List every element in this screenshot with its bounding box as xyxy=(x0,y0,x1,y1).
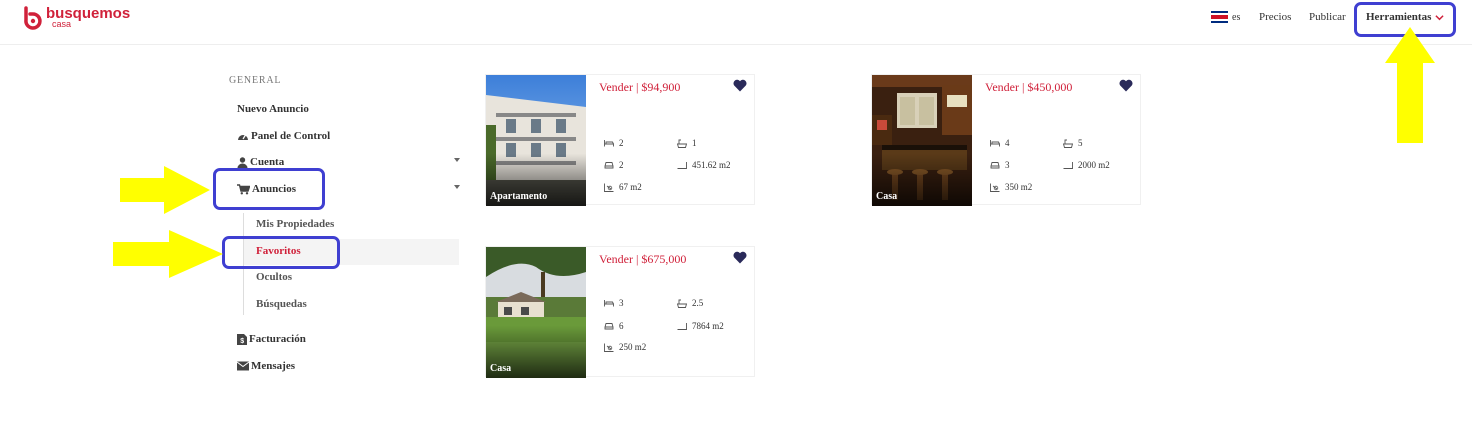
car-icon xyxy=(604,323,614,330)
dashboard-icon xyxy=(238,134,248,140)
listing-card[interactable]: Apartamento Vender | $94,900 2 1 2 451.6… xyxy=(485,74,755,206)
bedrooms-value: 3 xyxy=(619,298,624,308)
parking-value: 3 xyxy=(1005,160,1010,170)
listing-photo[interactable]: Casa xyxy=(486,247,586,378)
sidebar-subitem-mis-propiedades[interactable]: Mis Propiedades xyxy=(256,218,334,230)
nav-publicar[interactable]: Publicar xyxy=(1309,11,1346,23)
lot-value: 2000 m2 xyxy=(1078,160,1110,170)
listing-parking: 3 xyxy=(990,160,1010,170)
caret-down-icon[interactable] xyxy=(454,158,460,162)
sidebar-subitem-ocultos[interactable]: Ocultos xyxy=(256,271,292,283)
kitchen-photo xyxy=(872,75,972,206)
listing-card[interactable]: Casa Vender | $450,000 4 5 3 2000 m2 350… xyxy=(871,74,1141,206)
construction-area-icon xyxy=(604,183,614,192)
listing-bedrooms: 2 xyxy=(604,138,624,148)
costa-rica-flag-icon[interactable] xyxy=(1211,11,1228,23)
listing-price: Vender | $675,000 xyxy=(599,252,687,266)
logo-icon xyxy=(24,6,42,30)
sidebar-item-panel-control[interactable]: Panel de Control xyxy=(237,130,330,142)
construction-value: 67 m2 xyxy=(619,182,642,192)
house-photo xyxy=(486,247,586,378)
nav-precios[interactable]: Precios xyxy=(1259,11,1291,23)
apartment-photo xyxy=(486,75,586,206)
user-icon xyxy=(237,156,248,168)
listing-construction: 67 m2 xyxy=(604,182,642,192)
bathtub-icon xyxy=(677,299,687,308)
annotation-highlight-favoritos xyxy=(222,236,340,269)
listing-parking: 2 xyxy=(604,160,624,170)
construction-area-icon xyxy=(604,343,614,352)
listing-bathrooms: 1 xyxy=(677,138,697,148)
listing-bedrooms: 4 xyxy=(990,138,1010,148)
listing-price: Vender | $94,900 xyxy=(599,80,681,94)
sidebar-item-label: Nuevo Anuncio xyxy=(237,103,309,115)
language-selector[interactable]: es xyxy=(1232,12,1240,23)
construction-value: 250 m2 xyxy=(619,342,647,352)
bathtub-icon xyxy=(1063,139,1073,148)
brand-logo[interactable]: busquemos casa xyxy=(22,6,130,30)
listing-lot-size: 451.62 m2 xyxy=(677,160,731,170)
listing-photo[interactable]: Apartamento xyxy=(486,75,586,206)
listing-type: Casa xyxy=(490,363,512,374)
bathrooms-value: 1 xyxy=(692,138,697,148)
sidebar-heading: GENERAL xyxy=(229,75,282,86)
lot-area-icon xyxy=(1063,162,1073,169)
listing-bathrooms: 2.5 xyxy=(677,298,703,308)
sidebar-item-label: Cuenta xyxy=(250,156,285,168)
listing-bathrooms: 5 xyxy=(1063,138,1083,148)
favorite-heart-icon[interactable] xyxy=(733,251,747,264)
parking-value: 6 xyxy=(619,321,624,331)
annotation-arrow-right xyxy=(120,166,210,214)
bed-icon xyxy=(604,140,614,147)
bed-icon xyxy=(604,300,614,307)
listing-card[interactable]: Casa Vender | $675,000 3 2.5 6 7864 m2 2… xyxy=(485,246,755,378)
construction-value: 350 m2 xyxy=(1005,182,1033,192)
sidebar-subitem-busquedas[interactable]: Búsquedas xyxy=(256,298,307,310)
listing-construction: 350 m2 xyxy=(990,182,1032,192)
favorite-heart-icon[interactable] xyxy=(1119,79,1133,92)
favorite-heart-icon[interactable] xyxy=(733,79,747,92)
listing-type: Apartamento xyxy=(490,191,548,202)
top-header: busquemos casa es Precios Publicar Herra… xyxy=(0,0,1472,45)
bathrooms-value: 2.5 xyxy=(692,298,704,308)
sidebar-item-label: Mensajes xyxy=(251,360,295,372)
sidebar-item-label: Panel de Control xyxy=(251,130,331,142)
bathtub-icon xyxy=(677,139,687,148)
invoice-icon: $ xyxy=(237,333,247,345)
listing-lot-size: 2000 m2 xyxy=(1063,160,1110,170)
sidebar-item-label: Facturación xyxy=(249,333,306,345)
envelope-icon xyxy=(237,361,249,371)
construction-area-icon xyxy=(990,183,1000,192)
svg-text:$: $ xyxy=(240,338,244,345)
lot-value: 7864 m2 xyxy=(692,321,724,331)
annotation-arrow-up xyxy=(1385,27,1435,143)
sidebar-item-cuenta[interactable]: Cuenta xyxy=(237,156,284,168)
listing-price: Vender | $450,000 xyxy=(985,80,1073,94)
car-icon xyxy=(990,162,1000,169)
listing-type: Casa xyxy=(876,191,898,202)
caret-down-icon[interactable] xyxy=(454,185,460,189)
lot-area-icon xyxy=(677,162,687,169)
listing-lot-size: 7864 m2 xyxy=(677,321,724,331)
annotation-highlight-anuncios xyxy=(213,168,325,210)
parking-value: 2 xyxy=(619,160,624,170)
bathrooms-value: 5 xyxy=(1078,138,1083,148)
listing-photo[interactable]: Casa xyxy=(872,75,972,206)
listing-parking: 6 xyxy=(604,321,624,331)
sidebar-item-nuevo-anuncio[interactable]: Nuevo Anuncio xyxy=(237,103,309,115)
sidebar-item-facturacion[interactable]: $ Facturación xyxy=(237,333,306,345)
listing-bedrooms: 3 xyxy=(604,298,624,308)
bed-icon xyxy=(990,140,1000,147)
annotation-arrow-right xyxy=(113,230,223,278)
listing-construction: 250 m2 xyxy=(604,342,646,352)
lot-value: 451.62 m2 xyxy=(692,160,731,170)
lot-area-icon xyxy=(677,323,687,330)
sidebar-item-mensajes[interactable]: Mensajes xyxy=(237,360,295,372)
bedrooms-value: 2 xyxy=(619,138,624,148)
bedrooms-value: 4 xyxy=(1005,138,1010,148)
car-icon xyxy=(604,162,614,169)
